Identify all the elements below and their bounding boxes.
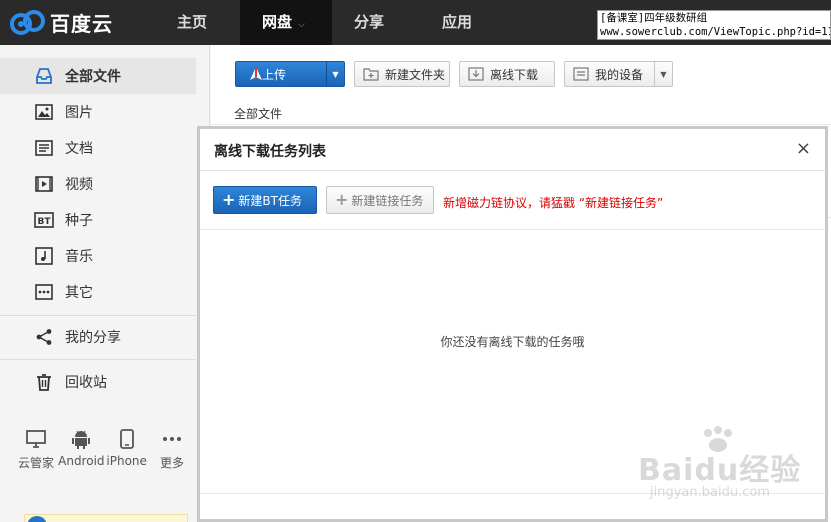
my-devices-label: 我的设备 [595, 67, 644, 82]
new-link-task-button[interactable]: + 新建链接任务 [326, 186, 434, 214]
upload-button[interactable]: 上传 ▼ [235, 61, 345, 87]
device-label: 更多 [159, 456, 184, 470]
sidebar-item-torrents[interactable]: BT 种子 [0, 202, 196, 238]
device-android[interactable]: Android [58, 428, 105, 471]
device-label: Android [58, 454, 105, 468]
other-icon [34, 282, 54, 302]
sidebar-item-videos[interactable]: 视频 [0, 166, 196, 202]
my-devices-dropdown-icon[interactable]: ▼ [654, 62, 672, 86]
sidebar-item-documents[interactable]: 文档 [0, 130, 196, 166]
sidebar-item-label: 我的分享 [65, 330, 121, 346]
main-nav: 主页 网盘 ⌵ 分享 应用 [155, 0, 510, 45]
nav-share[interactable]: 分享 [332, 0, 420, 45]
upload-icon [248, 66, 264, 82]
plus-icon: + [222, 190, 236, 209]
sidebar-divider [0, 359, 196, 360]
url-tooltip: [备课室]四年级数研组 www.sowerclub.com/ViewTopic.… [597, 10, 831, 40]
android-icon [72, 428, 91, 450]
upload-label: 上传 [262, 67, 287, 82]
dialog-divider [200, 229, 825, 230]
sidebar-promo-bar[interactable] [24, 514, 188, 522]
sidebar: 全部文件 图片 文档 视频 BT 种子 音乐 其它 我的分享 回收站 云管家 A… [0, 45, 210, 522]
nav-netdisk-label: 网盘 [262, 13, 293, 31]
close-icon[interactable]: × [796, 139, 811, 159]
sidebar-divider [0, 315, 196, 316]
music-icon [34, 246, 54, 266]
device-iphone[interactable]: iPhone [105, 428, 149, 471]
top-bar: 百度云 主页 网盘 ⌵ 分享 应用 [备课室]四年级数研组 www.sowercl… [0, 0, 831, 45]
empty-task-message: 你还没有离线下载的任务哦 [440, 335, 585, 349]
upload-dropdown-icon[interactable]: ▼ [326, 62, 344, 86]
cloud-logo-icon [10, 10, 45, 35]
trash-icon [34, 372, 54, 392]
plus-icon: + [335, 190, 349, 209]
picture-icon [34, 102, 54, 122]
sidebar-item-other[interactable]: 其它 [0, 274, 196, 310]
my-devices-button[interactable]: 我的设备 ▼ [564, 61, 673, 87]
sidebar-item-all-files[interactable]: 全部文件 [0, 58, 196, 94]
svg-text:BT: BT [38, 217, 52, 227]
new-link-task-label: 新建链接任务 [351, 193, 424, 208]
sidebar-item-label: 图片 [65, 105, 93, 121]
tooltip-title: [备课室]四年级数研组 [600, 12, 708, 24]
device-label: iPhone [106, 454, 147, 468]
sidebar-item-label: 文档 [65, 141, 93, 157]
dialog-header: 离线下载任务列表 × [200, 129, 825, 171]
sidebar-item-label: 回收站 [65, 375, 107, 391]
toolbar: 上传 ▼ 新建文件夹 离线下载 我的设备 ▼ [211, 45, 831, 100]
sidebar-item-label: 种子 [65, 213, 93, 229]
sidebar-item-label: 音乐 [65, 249, 93, 265]
torrent-icon: BT [34, 210, 54, 230]
device-label: 云管家 [17, 456, 54, 470]
nav-share-label: 分享 [354, 13, 385, 31]
desktop-icon [26, 428, 46, 450]
nav-home[interactable]: 主页 [155, 0, 240, 45]
nav-netdisk[interactable]: 网盘 ⌵ [240, 0, 332, 45]
list-divider [211, 124, 831, 125]
new-folder-icon [363, 67, 379, 81]
new-folder-label: 新建文件夹 [385, 67, 446, 82]
document-icon [34, 138, 54, 158]
dialog-title: 离线下载任务列表 [214, 144, 326, 160]
iphone-icon [119, 428, 134, 450]
new-bt-task-label: 新建BT任务 [238, 193, 302, 208]
device-list-icon [573, 67, 589, 81]
sidebar-item-label: 全部文件 [65, 69, 121, 85]
sidebar-item-pictures[interactable]: 图片 [0, 94, 196, 130]
new-folder-button[interactable]: 新建文件夹 [354, 61, 450, 87]
device-links: 云管家 Android iPhone 更多 [14, 428, 194, 471]
offline-download-label: 离线下载 [490, 67, 539, 82]
video-icon [34, 174, 54, 194]
offline-download-button[interactable]: 离线下载 [459, 61, 555, 87]
offline-download-dialog: 离线下载任务列表 × + 新建BT任务 + 新建链接任务 新增磁力链协议，请猛戳… [197, 126, 828, 522]
device-more[interactable]: 更多 [150, 428, 194, 471]
sidebar-item-my-share[interactable]: 我的分享 [0, 319, 196, 355]
magnet-notice: 新增磁力链协议，请猛戳 “新建链接任务” [443, 196, 664, 210]
sidebar-item-label: 视频 [65, 177, 93, 193]
sidebar-item-music[interactable]: 音乐 [0, 238, 196, 274]
share-icon [34, 327, 54, 347]
nav-apps-label: 应用 [442, 13, 473, 31]
breadcrumb[interactable]: 全部文件 [234, 105, 282, 122]
logo-text: 百度云 [50, 11, 113, 36]
new-bt-task-button[interactable]: + 新建BT任务 [213, 186, 317, 214]
more-icon [162, 428, 182, 450]
all-files-icon [34, 66, 54, 86]
nav-home-label: 主页 [177, 13, 208, 31]
device-desktop[interactable]: 云管家 [14, 428, 58, 471]
nav-apps[interactable]: 应用 [420, 0, 510, 45]
tooltip-url: www.sowerclub.com/ViewTopic.php?id=1156 [600, 26, 831, 38]
dialog-footer-divider [200, 493, 825, 494]
sidebar-item-recycle-bin[interactable]: 回收站 [0, 364, 196, 400]
chevron-down-icon: ⌵ [298, 20, 305, 30]
offline-download-icon [468, 67, 484, 81]
baidu-yun-logo[interactable]: 百度云 [8, 7, 113, 37]
sidebar-item-label: 其它 [65, 285, 93, 301]
